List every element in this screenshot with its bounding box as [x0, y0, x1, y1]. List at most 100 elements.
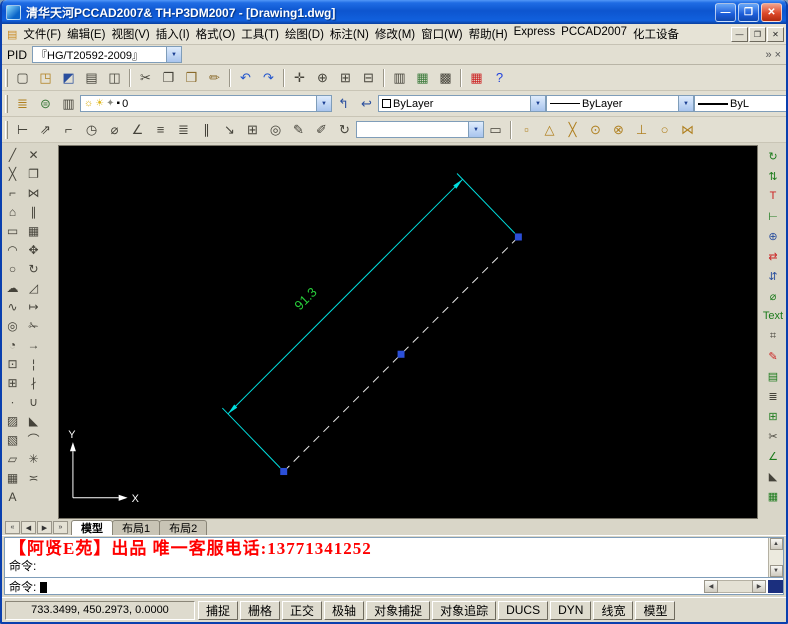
tab-layout2[interactable]: 布局2	[159, 520, 208, 535]
dimension-text-edit-icon[interactable]: ✐	[310, 119, 333, 140]
tab-scroll-prev-button[interactable]: ◀	[21, 521, 36, 534]
ellipse-arc-icon[interactable]: ◔	[3, 335, 23, 354]
osnap-center-icon[interactable]: ⊙	[584, 119, 607, 140]
color-select[interactable]: ByLayer ▼	[378, 95, 546, 112]
join-icon[interactable]: ∪	[24, 392, 44, 411]
aligned-dimension-icon[interactable]: ⇗	[34, 119, 57, 140]
dimension-style-select[interactable]: ▼	[356, 121, 484, 138]
linear-dimension-icon[interactable]: ⊢	[11, 119, 34, 140]
pccad-list-icon[interactable]: ≣	[762, 386, 784, 406]
line-icon[interactable]: ╱	[3, 145, 23, 164]
tool-palettes-icon[interactable]: ▩	[434, 67, 457, 88]
ellipse-icon[interactable]: ◎	[3, 316, 23, 335]
continue-dimension-icon[interactable]: ∥	[195, 119, 218, 140]
osnap-midpoint-icon[interactable]: △	[538, 119, 561, 140]
menu-help[interactable]: 帮助(H)	[466, 24, 511, 44]
offset-icon[interactable]: ∥	[24, 202, 44, 221]
pccad-table-icon[interactable]: ⊞	[762, 406, 784, 426]
menu-modify[interactable]: 修改(M)	[372, 24, 418, 44]
rectangle-icon[interactable]: ▭	[3, 221, 23, 240]
angular-dimension-icon[interactable]: ∠	[126, 119, 149, 140]
menu-window[interactable]: 窗口(W)	[418, 24, 466, 44]
align-icon[interactable]: ≍	[24, 468, 44, 487]
tab-scroll-next-button[interactable]: ▶	[37, 521, 52, 534]
toolbar-overflow-icon[interactable]: »	[765, 49, 771, 61]
chamfer-icon[interactable]: ◣	[24, 411, 44, 430]
rotate-icon[interactable]: ↻	[24, 259, 44, 278]
coordinate-readout[interactable]: 733.3499, 450.2973, 0.0000	[5, 600, 195, 620]
pccad-updown-icon[interactable]: ⇵	[762, 266, 784, 286]
erase-icon[interactable]: ✕	[24, 145, 44, 164]
undo-icon[interactable]: ↶	[234, 67, 257, 88]
mdi-close-icon[interactable]: ✕	[767, 26, 784, 42]
break-at-point-icon[interactable]: ¦	[24, 354, 44, 373]
mdi-minimize-icon[interactable]: —	[731, 26, 748, 42]
dropdown-arrow-icon[interactable]: ▼	[316, 96, 331, 111]
snap-toggle[interactable]: 捕捉	[198, 600, 239, 620]
menu-insert[interactable]: 插入(I)	[153, 24, 193, 44]
stretch-icon[interactable]: ↦	[24, 297, 44, 316]
menu-express[interactable]: Express	[511, 24, 559, 44]
cut-icon[interactable]: ✂	[134, 67, 157, 88]
pan-icon[interactable]: ✛	[288, 67, 311, 88]
baseline-dimension-icon[interactable]: ≣	[172, 119, 195, 140]
lineweight-toggle[interactable]: 线宽	[593, 600, 634, 620]
osnap-node-icon[interactable]: ⊗	[607, 119, 630, 140]
pccad-angle-icon[interactable]: ∠	[762, 446, 784, 466]
ducs-toggle[interactable]: DUCS	[498, 600, 549, 620]
copy-icon[interactable]: ❐	[24, 164, 44, 183]
window-resize-grip[interactable]	[768, 579, 783, 593]
model-toggle[interactable]: 模型	[635, 600, 676, 620]
hatch-icon[interactable]: ▨	[3, 411, 23, 430]
dropdown-arrow-icon[interactable]: ▼	[166, 47, 182, 62]
region-icon[interactable]: ▱	[3, 449, 23, 468]
break-icon[interactable]: ∤	[24, 373, 44, 392]
dimension-style-icon[interactable]: ▭	[484, 119, 507, 140]
multiline-text-icon[interactable]: A	[3, 487, 23, 506]
grid-toggle[interactable]: 栅格	[240, 600, 281, 620]
osnap-perpendicular-icon[interactable]: ⊥	[630, 119, 653, 140]
gradient-icon[interactable]: ▧	[3, 430, 23, 449]
linetype-select[interactable]: ByLayer ▼	[546, 95, 694, 112]
pccad-text-icon[interactable]: Text	[762, 306, 784, 326]
pccad-cut-icon[interactable]: ✂	[762, 426, 784, 446]
arc-icon[interactable]: ◠	[3, 240, 23, 259]
pccad-dimension-icon[interactable]: ⊢	[762, 206, 784, 226]
pccad-title-block-icon[interactable]: ▤	[762, 366, 784, 386]
scrollbar-track[interactable]	[718, 579, 752, 593]
layer-select[interactable]: ☼ ☀ ✦ ▪ 0 ▼	[80, 95, 332, 112]
make-object-layer-current-icon[interactable]: ↰	[332, 93, 355, 114]
tolerance-icon[interactable]: ⊞	[241, 119, 264, 140]
pid-label[interactable]: PID	[7, 48, 27, 62]
pccad-diameter-icon[interactable]: ⌀	[762, 286, 784, 306]
osnap-nearest-icon[interactable]: ⋈	[676, 119, 699, 140]
match-properties-icon[interactable]: ✏	[203, 67, 226, 88]
tab-scroll-last-button[interactable]: »	[53, 521, 68, 534]
revision-cloud-icon[interactable]: ☁	[3, 278, 23, 297]
lineweight-select[interactable]: ByL	[694, 95, 786, 112]
layer-states-icon[interactable]: ⊜	[34, 93, 57, 114]
toolbar-drag-handle[interactable]	[5, 94, 8, 113]
design-center-icon[interactable]: ▦	[411, 67, 434, 88]
layer-filter-icon[interactable]: ▥	[57, 93, 80, 114]
menu-dimension[interactable]: 标注(N)	[327, 24, 372, 44]
tab-layout1[interactable]: 布局1	[112, 520, 161, 535]
pccad-exchange-icon[interactable]: ⇄	[762, 246, 784, 266]
fillet-icon[interactable]: ⌒	[24, 430, 44, 449]
toolbar-drag-handle[interactable]	[5, 120, 8, 139]
help-icon[interactable]: ?	[488, 67, 511, 88]
array-icon[interactable]: ▦	[24, 221, 44, 240]
dyn-toggle[interactable]: DYN	[550, 600, 592, 620]
otrack-toggle[interactable]: 对象追踪	[432, 600, 497, 620]
command-horizontal-scrollbar[interactable]: ◀ ▶	[704, 578, 783, 594]
menu-file[interactable]: 文件(F)	[20, 24, 64, 44]
menu-edit[interactable]: 编辑(E)	[64, 24, 108, 44]
menu-pccad2007[interactable]: PCCAD2007	[558, 24, 630, 44]
dropdown-arrow-icon[interactable]: ▼	[468, 122, 483, 137]
pccad-symbol-icon[interactable]: ⊕	[762, 226, 784, 246]
pccad-parts-icon[interactable]: ▦	[762, 486, 784, 506]
dropdown-arrow-icon[interactable]: ▼	[530, 96, 545, 111]
polyline-icon[interactable]: ⌐	[3, 183, 23, 202]
osnap-intersection-icon[interactable]: ╳	[561, 119, 584, 140]
osnap-tangent-icon[interactable]: ○	[653, 119, 676, 140]
